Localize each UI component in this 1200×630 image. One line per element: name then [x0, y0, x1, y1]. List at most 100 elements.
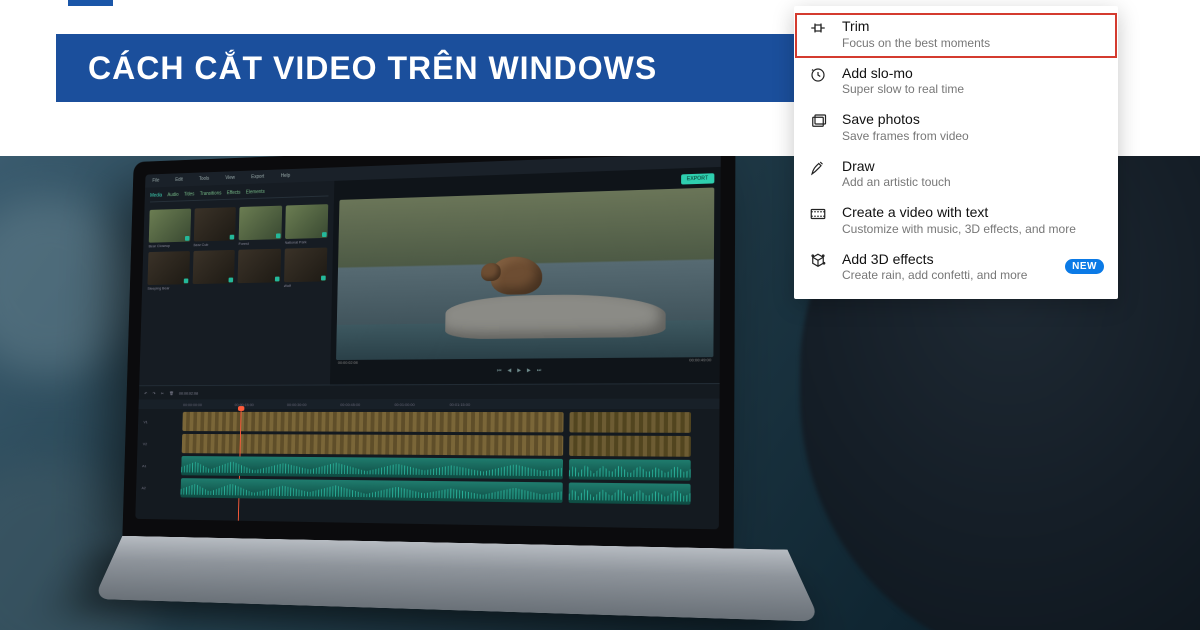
effects-3d-icon — [808, 251, 828, 271]
menu-item-title: Create a video with text — [842, 204, 1104, 222]
save-photos-icon — [808, 111, 828, 131]
menu-tools[interactable]: Tools — [199, 176, 210, 182]
play-icon[interactable]: ▶ — [517, 368, 521, 374]
preview-viewport[interactable] — [336, 187, 714, 360]
video-track[interactable]: V2 — [143, 434, 713, 457]
menu-item-subtitle: Create rain, add confetti, and more — [842, 268, 1051, 283]
delete-icon[interactable]: 🗑 — [169, 390, 174, 395]
timecode: 00:00:02:08 — [179, 390, 198, 395]
thumb-label — [192, 284, 234, 285]
audio-track[interactable]: A2 — [141, 478, 712, 505]
timeline-toolbar[interactable]: ↶ ↷ ✂ 🗑 00:00:02:08 — [139, 384, 720, 399]
cut-icon[interactable]: ✂ — [161, 390, 164, 395]
menu-item-trim[interactable]: Trim Focus on the best moments — [794, 12, 1118, 59]
video-clip[interactable] — [570, 412, 692, 433]
thumb-label: Sleeping Bear — [147, 285, 188, 291]
menu-item-title: Add 3D effects — [842, 251, 1051, 269]
bokeh — [0, 196, 140, 376]
tab-effects[interactable]: Effects — [227, 190, 241, 196]
ruler-tick: 00:00:00:00 — [183, 402, 202, 407]
ruler-tick: 00:01:00:00 — [394, 402, 414, 407]
menu-item-subtitle: Super slow to real time — [842, 82, 1104, 97]
accent-strip — [68, 0, 113, 6]
menu-item-video-text[interactable]: Create a video with text Customize with … — [794, 198, 1118, 245]
laptop-screen: File Edit Tools View Export Help Media A… — [122, 156, 735, 553]
audio-track[interactable]: A1 — [142, 456, 713, 481]
prev-clip-icon[interactable]: ⏮ — [497, 368, 502, 374]
export-button[interactable]: EXPORT — [681, 173, 715, 184]
audio-clip[interactable] — [569, 459, 691, 481]
track-label: A1 — [142, 463, 178, 468]
media-thumb[interactable] — [239, 206, 282, 241]
media-thumb[interactable] — [238, 249, 281, 283]
menu-item-title: Draw — [842, 158, 1104, 176]
preview-panel: EXPORT 00:00:02:08 00:00:49:00 ⏮ ◀ — [330, 167, 721, 385]
audio-clip[interactable] — [569, 483, 691, 505]
laptop-keyboard — [94, 536, 821, 622]
title-banner: CÁCH CẮT VIDEO TRÊN WINDOWS — [56, 34, 796, 102]
tab-titles[interactable]: Titles — [184, 192, 195, 198]
menu-item-subtitle: Save frames from video — [842, 129, 1104, 144]
menu-export[interactable]: Export — [251, 174, 264, 180]
thumb-label: National Park — [284, 239, 327, 245]
media-thumb[interactable] — [147, 251, 189, 285]
edit-context-menu: Trim Focus on the best moments Add slo-m… — [794, 6, 1118, 299]
tab-transitions[interactable]: Transitions — [200, 191, 222, 197]
menu-item-draw[interactable]: Draw Add an artistic touch — [794, 152, 1118, 199]
menu-help[interactable]: Help — [281, 173, 291, 179]
thumb-label — [238, 283, 280, 284]
preview-rock — [445, 293, 666, 339]
tab-audio[interactable]: Audio — [167, 192, 178, 198]
track-label: V2 — [143, 441, 179, 446]
next-clip-icon[interactable]: ⏭ — [537, 368, 542, 374]
thumb-label: Wolf — [283, 282, 326, 288]
undo-icon[interactable]: ↶ — [144, 390, 147, 395]
video-clip[interactable] — [569, 435, 691, 456]
menu-edit[interactable]: Edit — [175, 177, 183, 183]
redo-icon[interactable]: ↷ — [153, 390, 156, 395]
audio-clip[interactable] — [181, 456, 563, 479]
video-editor-app: File Edit Tools View Export Help Media A… — [135, 156, 720, 529]
trim-icon — [808, 18, 828, 38]
preview-controls[interactable]: ⏮ ◀ ▶ ▶ ⏭ — [336, 362, 714, 378]
track-label: A2 — [141, 485, 177, 490]
menu-item-title: Trim — [842, 18, 1104, 36]
menu-item-save-photos[interactable]: Save photos Save frames from video — [794, 105, 1118, 152]
timeline-panel[interactable]: ↶ ↷ ✂ 🗑 00:00:02:08 00:00:00:00 00:00:15… — [135, 383, 719, 529]
media-thumb[interactable] — [149, 209, 191, 243]
menu-item-title: Save photos — [842, 111, 1104, 129]
track-label: V1 — [143, 419, 179, 424]
thumb-label: Bear Closeup — [149, 242, 190, 248]
preview-bear — [490, 256, 542, 295]
step-back-icon[interactable]: ◀ — [507, 368, 511, 374]
menu-view[interactable]: View — [225, 175, 235, 181]
media-tabs[interactable]: Media Audio Titles Transitions Effects E… — [150, 187, 329, 203]
tab-media[interactable]: Media — [150, 193, 162, 199]
menu-item-title: Add slo-mo — [842, 65, 1104, 83]
slomo-icon — [808, 65, 828, 85]
menu-item-3d-effects[interactable]: Add 3D effects Create rain, add confetti… — [794, 245, 1118, 292]
media-thumbnails: Bear Closeup Bear Cub Forest National Pa… — [147, 204, 328, 290]
timeline-tracks[interactable]: V1 V2 A1 — [135, 409, 719, 529]
thumb-label: Bear Cub — [193, 241, 235, 247]
media-thumb[interactable] — [192, 250, 235, 284]
timeline-ruler[interactable]: 00:00:00:00 00:00:15:00 00:00:30:00 00:0… — [139, 399, 720, 409]
thumb-label: Forest — [238, 240, 280, 246]
step-fwd-icon[interactable]: ▶ — [527, 368, 531, 374]
ruler-tick: 00:01:15:00 — [449, 401, 470, 406]
ruler-tick: 00:00:30:00 — [287, 402, 307, 407]
menu-item-subtitle: Customize with music, 3D effects, and mo… — [842, 222, 1104, 237]
menu-file[interactable]: File — [152, 178, 159, 184]
menu-item-subtitle: Focus on the best moments — [842, 36, 1104, 51]
new-badge: NEW — [1065, 259, 1104, 274]
title-text: CÁCH CẮT VIDEO TRÊN WINDOWS — [88, 50, 657, 87]
menu-item-subtitle: Add an artistic touch — [842, 175, 1104, 190]
laptop: File Edit Tools View Export Help Media A… — [119, 156, 789, 630]
menu-item-slomo[interactable]: Add slo-mo Super slow to real time — [794, 59, 1118, 106]
media-thumb[interactable] — [193, 207, 236, 241]
media-thumb[interactable] — [284, 247, 328, 282]
video-track[interactable]: V1 — [143, 412, 713, 433]
editor-body: Media Audio Titles Transitions Effects E… — [139, 167, 720, 385]
tab-elements[interactable]: Elements — [246, 189, 265, 195]
media-thumb[interactable] — [285, 204, 329, 239]
